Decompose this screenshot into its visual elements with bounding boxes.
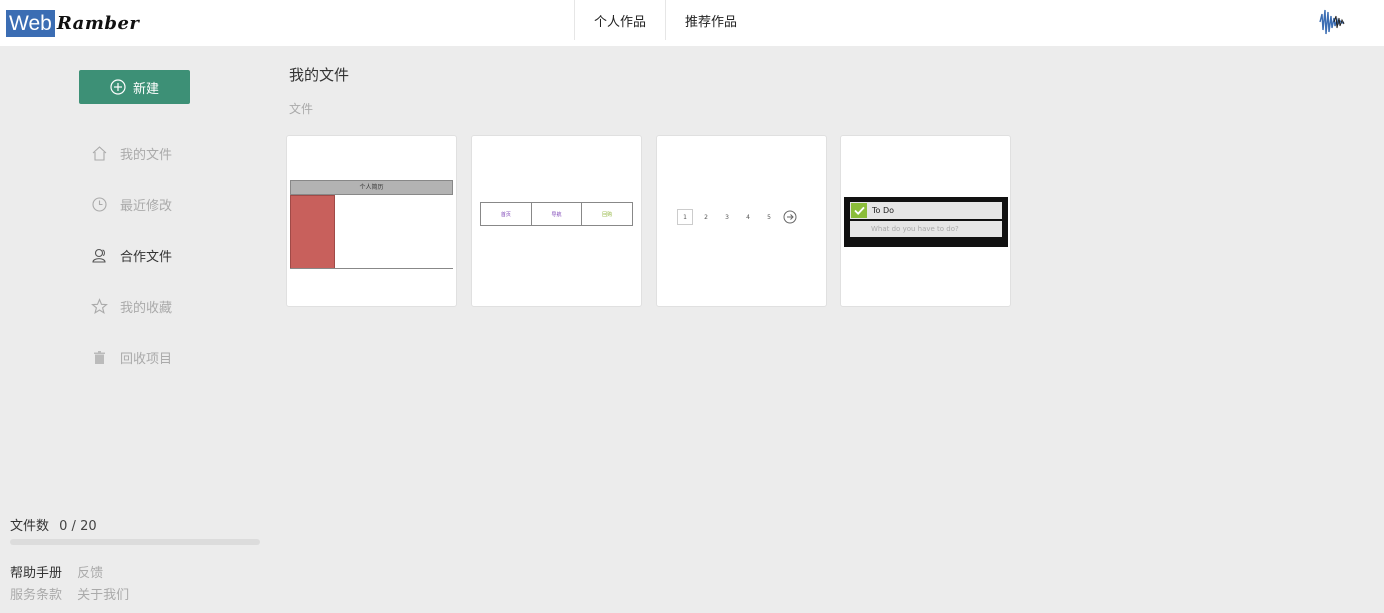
sidebar-item-label: 最近修改 xyxy=(120,199,173,214)
nav-preview: 首页 导航 回购 xyxy=(480,202,633,226)
nav-preview-item: 导航 xyxy=(532,203,583,225)
tab-personal-works[interactable]: 个人作品 xyxy=(574,0,665,40)
sidebar-item-label: 我的收藏 xyxy=(120,301,173,316)
clock-icon xyxy=(92,197,107,212)
page-number: 2 xyxy=(704,213,708,221)
sidebar-item-shared[interactable]: 合作文件 xyxy=(91,230,172,281)
sidebar-item-favorites[interactable]: 我的收藏 xyxy=(91,281,172,332)
plus-circle-icon xyxy=(110,79,126,95)
users-icon xyxy=(92,248,106,263)
tab-recommended-works[interactable]: 推荐作品 xyxy=(665,0,756,40)
about-link[interactable]: 关于我们 xyxy=(77,588,129,603)
breadcrumb: 文件 xyxy=(289,102,314,116)
feedback-link[interactable]: 反馈 xyxy=(77,566,103,581)
sidebar-item-trash[interactable]: 回收项目 xyxy=(91,332,172,383)
avatar-image xyxy=(1316,6,1348,38)
sidebar-item-my-files[interactable]: 我的文件 xyxy=(91,128,172,179)
todo-preview: To Do What do you have to do? xyxy=(844,197,1008,247)
file-card-resume[interactable]: 个人简历 xyxy=(286,135,457,307)
top-nav: 个人作品 推荐作品 xyxy=(574,0,756,40)
file-card-todo[interactable]: To Do What do you have to do? xyxy=(840,135,1011,307)
todo-header: To Do xyxy=(850,202,1002,219)
page-number: 1 xyxy=(677,209,693,225)
todo-input-placeholder: What do you have to do? xyxy=(850,221,1002,237)
trash-icon xyxy=(94,351,105,364)
new-button[interactable]: 新建 xyxy=(79,70,190,104)
arrow-right-circle-icon xyxy=(783,210,797,224)
file-card-navigation[interactable]: 首页 导航 回购 xyxy=(471,135,642,307)
sidebar-menu: 我的文件 最近修改 合作文件 我的收藏 回收项目 xyxy=(91,128,172,383)
sidebar-item-label: 回收项目 xyxy=(120,352,173,367)
file-count-progress xyxy=(10,539,260,545)
footer-links-row-1: 帮助手册 反馈 xyxy=(10,562,114,581)
webramber-logo[interactable]: Web Ramber xyxy=(6,10,139,37)
page-number: 5 xyxy=(767,213,771,221)
footer-links-row-2: 服务条款 关于我们 xyxy=(10,584,140,603)
sidebar-item-label: 合作文件 xyxy=(120,250,173,265)
sidebar-item-recent[interactable]: 最近修改 xyxy=(91,179,172,230)
help-link[interactable]: 帮助手册 xyxy=(10,566,62,581)
nav-preview-item: 首页 xyxy=(481,203,532,225)
todo-title: To Do xyxy=(872,206,895,215)
check-icon xyxy=(851,203,867,218)
user-avatar[interactable] xyxy=(1314,4,1350,40)
file-count-value: 0 / 20 xyxy=(59,519,97,534)
resume-bottom-line xyxy=(290,268,453,269)
nav-preview-item: 回购 xyxy=(602,211,613,218)
top-header: Web Ramber 个人作品 推荐作品 xyxy=(0,0,1384,46)
logo-word: Web xyxy=(6,10,55,37)
page-number: 3 xyxy=(725,213,729,221)
terms-link[interactable]: 服务条款 xyxy=(10,588,62,603)
star-icon xyxy=(91,298,108,315)
sidebar-item-label: 我的文件 xyxy=(120,148,173,163)
home-icon xyxy=(92,146,107,161)
file-count-label: 文件数 xyxy=(10,519,50,534)
pagination-preview: 1 2 3 4 5 xyxy=(677,209,797,225)
page-title: 我的文件 xyxy=(289,66,350,84)
resume-sidebar-block xyxy=(290,195,335,269)
page-number: 4 xyxy=(746,213,750,221)
file-count: 文件数 0 / 20 xyxy=(10,515,97,534)
file-card-pagination[interactable]: 1 2 3 4 5 xyxy=(656,135,827,307)
new-button-label: 新建 xyxy=(132,81,159,97)
resume-header: 个人简历 xyxy=(290,180,453,195)
logo-script: Ramber xyxy=(56,13,140,34)
